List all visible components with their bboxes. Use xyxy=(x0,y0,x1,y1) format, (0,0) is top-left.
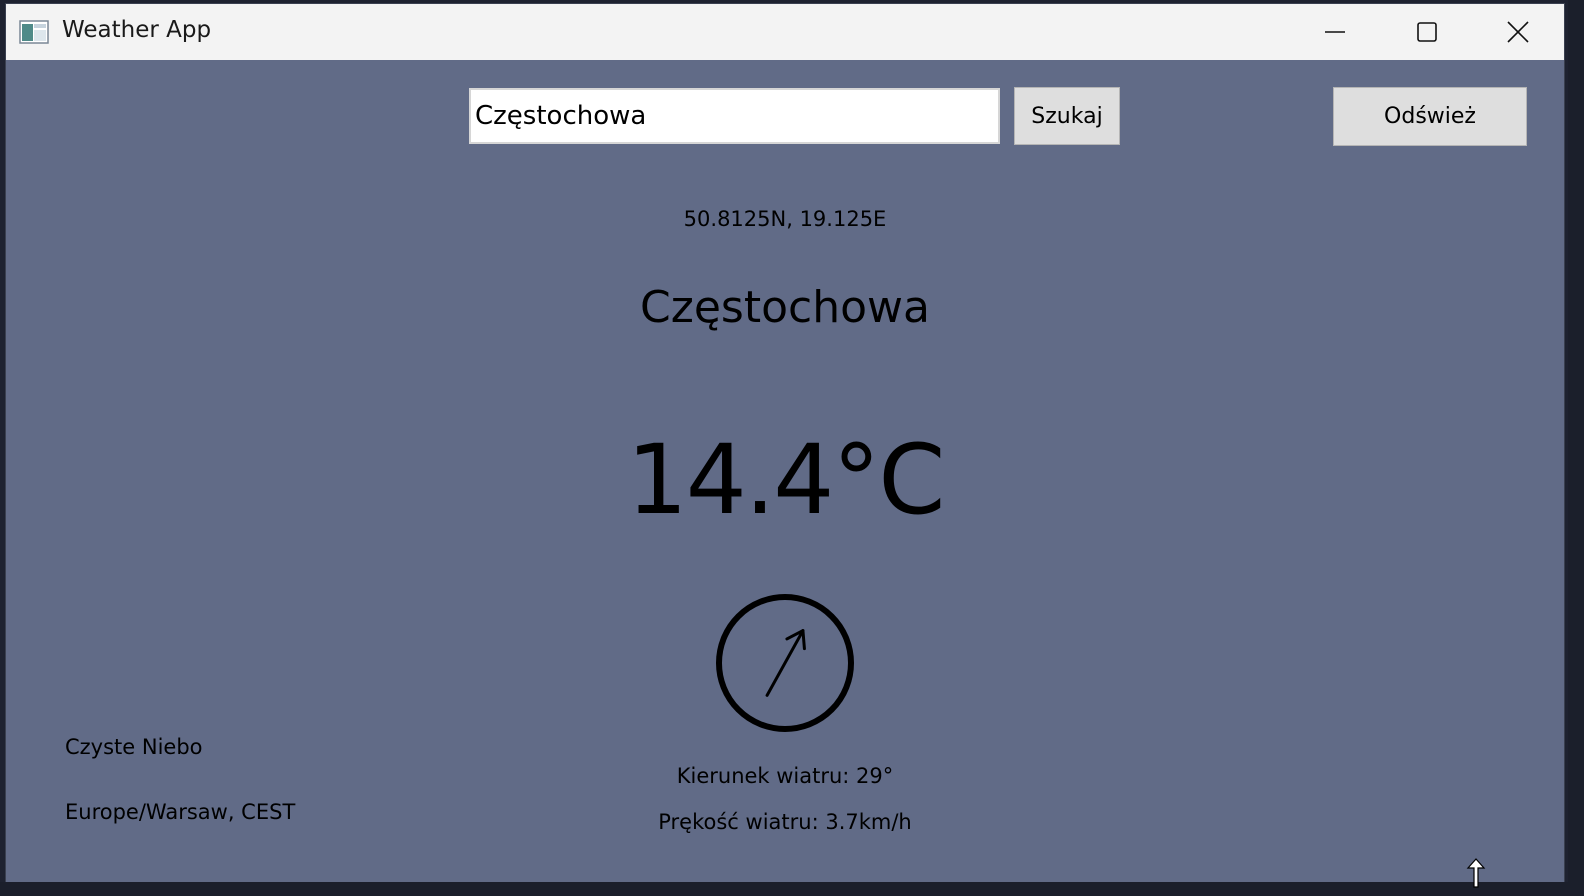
city-search-input[interactable] xyxy=(469,88,1000,144)
window-title: Weather App xyxy=(62,17,212,43)
city-name: Częstochowa xyxy=(640,282,930,333)
resize-cursor-icon xyxy=(1466,858,1486,888)
weather-condition-label: Czyste Niebo xyxy=(65,735,203,759)
title-bar[interactable]: Weather App xyxy=(6,4,1564,60)
close-icon xyxy=(1507,21,1529,43)
maximize-icon xyxy=(1417,22,1437,42)
minimize-button[interactable] xyxy=(1289,4,1381,60)
taskbar-edge xyxy=(0,882,1584,896)
temperature-value: 14.4°C xyxy=(626,424,946,536)
desktop-background: Weather App Szukaj Odśwież 50.8125N xyxy=(0,0,1584,896)
refresh-button[interactable]: Odśwież xyxy=(1333,87,1527,146)
close-button[interactable] xyxy=(1472,4,1564,60)
weather-app-window: Weather App Szukaj Odśwież 50.8125N xyxy=(6,4,1564,882)
wind-direction-label: Kierunek wiatru: 29° xyxy=(676,764,894,788)
coordinates-label: 50.8125N, 19.125E xyxy=(683,207,887,231)
wind-direction-compass xyxy=(716,594,854,732)
app-window-icon xyxy=(19,20,49,44)
wind-direction-arrow-icon xyxy=(765,629,806,697)
search-button[interactable]: Szukaj xyxy=(1014,87,1120,145)
timezone-label: Europe/Warsaw, CEST xyxy=(65,800,296,824)
minimize-icon xyxy=(1325,31,1345,33)
background-editor-edge xyxy=(1568,0,1584,896)
maximize-button[interactable] xyxy=(1381,4,1473,60)
